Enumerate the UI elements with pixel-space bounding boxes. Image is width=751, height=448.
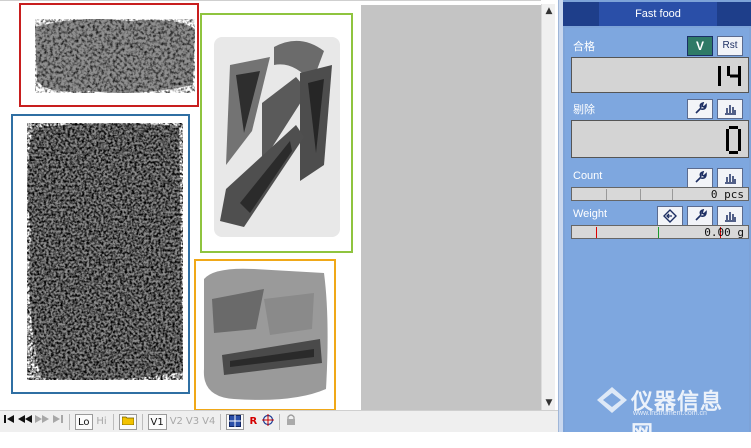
fast-forward-icon[interactable] bbox=[35, 414, 49, 430]
skip-last-icon[interactable] bbox=[52, 414, 64, 430]
lcd-segment bbox=[738, 140, 741, 151]
status-panel: Fast food 合格 V Rst 14 剔除 bbox=[563, 0, 751, 432]
reject-counter-digits bbox=[726, 126, 741, 154]
scroll-up-button[interactable]: ▲ bbox=[542, 4, 556, 18]
lcd-segment bbox=[727, 66, 730, 76]
reset-button[interactable]: Rst bbox=[717, 36, 743, 56]
lo-button[interactable]: Lo bbox=[75, 413, 93, 430]
toolbar-divider bbox=[141, 413, 143, 430]
scan-item-red[interactable] bbox=[19, 3, 199, 107]
r-button[interactable]: R bbox=[247, 414, 259, 430]
view-4-button[interactable]: V4 bbox=[202, 414, 215, 430]
lcd-segment bbox=[718, 76, 721, 86]
bar-chart-icon[interactable] bbox=[717, 206, 743, 226]
scan-item-blue[interactable] bbox=[11, 114, 190, 394]
lcd-segment bbox=[738, 66, 741, 76]
watermark-url: www.instrument.com.cn bbox=[633, 410, 707, 417]
lock-icon[interactable] bbox=[285, 413, 297, 430]
lcd-segment bbox=[729, 126, 738, 129]
toolbar-divider bbox=[220, 413, 222, 430]
weight-low-limit bbox=[596, 227, 597, 238]
wrench-icon[interactable] bbox=[687, 168, 713, 188]
count-value: 0 pcs bbox=[710, 188, 744, 201]
weight-label: Weight bbox=[573, 208, 608, 220]
target-icon[interactable] bbox=[262, 413, 275, 430]
bar-chart-icon[interactable] bbox=[717, 168, 743, 188]
grid-icon[interactable] bbox=[226, 413, 245, 430]
view-1-button[interactable]: V1 bbox=[147, 413, 167, 430]
lcd-segment bbox=[726, 129, 729, 140]
empty-image-area bbox=[361, 5, 541, 411]
wrench-icon[interactable] bbox=[687, 206, 713, 226]
watermark-logo-icon bbox=[597, 387, 627, 413]
lcd-segment bbox=[718, 66, 721, 76]
pass-counter-digits bbox=[718, 66, 741, 86]
reject-label: 剔除 bbox=[573, 104, 595, 116]
reject-row: 剔除 bbox=[571, 98, 747, 120]
toolbar-divider bbox=[69, 413, 70, 430]
count-tick bbox=[672, 189, 673, 200]
weight-target bbox=[658, 227, 659, 238]
count-tick bbox=[606, 189, 607, 200]
lcd-segment bbox=[738, 76, 741, 86]
panel-header: Fast food bbox=[563, 2, 751, 26]
count-label: Count bbox=[573, 170, 603, 182]
hi-button[interactable]: Hi bbox=[96, 414, 108, 430]
wrench-icon[interactable] bbox=[687, 99, 713, 119]
panel-body: 合格 V Rst 14 剔除 0 bbox=[565, 28, 749, 432]
pass-counter-display: 14 bbox=[571, 57, 749, 93]
weight-row: Weight bbox=[571, 205, 747, 227]
rewind-icon[interactable] bbox=[18, 414, 32, 430]
toolbar-divider bbox=[279, 413, 281, 430]
reject-counter-display: 0 bbox=[571, 120, 749, 158]
view-2-button[interactable]: V2 bbox=[170, 414, 183, 430]
lcd-segment bbox=[726, 140, 729, 151]
weight-value: 0.00 g bbox=[704, 226, 744, 239]
count-tick bbox=[640, 189, 641, 200]
lcd-segment bbox=[738, 129, 741, 140]
view-3-button[interactable]: V3 bbox=[186, 414, 199, 430]
scan-item-green[interactable] bbox=[200, 13, 353, 253]
app-window: ▲ ▼ Lo Hi V1 V2 V3 V4 R Fast food 合格 V R… bbox=[0, 0, 751, 446]
xray-viewer[interactable] bbox=[0, 0, 541, 411]
vertical-scrollbar[interactable]: ▲ ▼ bbox=[541, 4, 555, 410]
count-row: Count bbox=[571, 167, 747, 189]
weight-bar: 0.00 g bbox=[571, 225, 749, 239]
lcd-segment bbox=[729, 151, 738, 154]
toolbar-divider bbox=[112, 413, 114, 430]
folder-icon[interactable] bbox=[118, 413, 137, 430]
diamond-arrow-icon[interactable] bbox=[657, 206, 683, 226]
count-bar: 0 pcs bbox=[571, 187, 749, 201]
pass-label: 合格 bbox=[573, 41, 595, 53]
product-tab[interactable]: Fast food bbox=[599, 2, 717, 26]
site-watermark: 仪器信息网 www.instrument.com.cn bbox=[595, 382, 745, 446]
scan-item-orange[interactable] bbox=[194, 259, 336, 411]
scroll-down-button[interactable]: ▼ bbox=[542, 396, 556, 410]
lcd-segment bbox=[730, 74, 738, 78]
verify-button[interactable]: V bbox=[687, 36, 713, 56]
viewer-toolbar: Lo Hi V1 V2 V3 V4 R bbox=[0, 410, 558, 432]
pass-row: 合格 V Rst bbox=[571, 35, 747, 57]
skip-first-icon[interactable] bbox=[3, 414, 15, 430]
bar-chart-icon[interactable] bbox=[717, 99, 743, 119]
